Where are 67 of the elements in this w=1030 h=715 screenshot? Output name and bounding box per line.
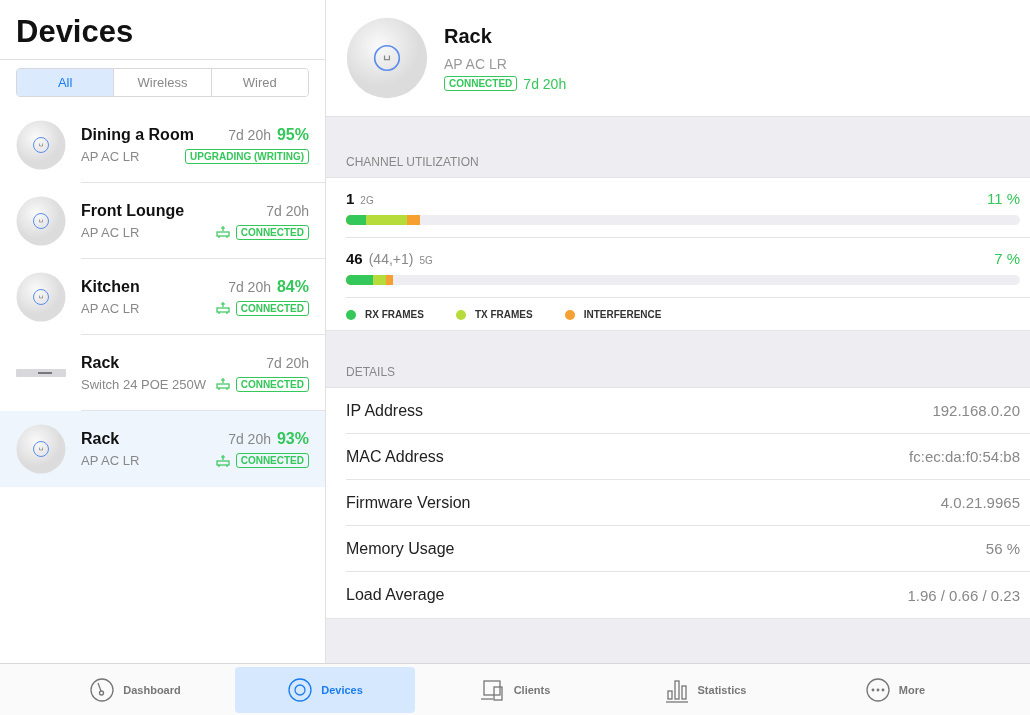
section-label: DETAILS bbox=[345, 364, 397, 381]
experience-percent: 84% bbox=[276, 277, 309, 296]
detail-value: 56 % bbox=[985, 540, 1020, 557]
band-label: 5G bbox=[419, 255, 434, 266]
detail-label: Load Average bbox=[346, 586, 445, 604]
tab-bar-item[interactable]: Devices bbox=[235, 666, 415, 713]
filter-tab[interactable]: Wired bbox=[210, 69, 308, 96]
network-switch-icon bbox=[16, 368, 66, 378]
device-model: AP AC LR bbox=[81, 300, 141, 316]
status-badge: UPGRADING (WRITING) bbox=[185, 148, 309, 164]
uptime: 7d 20h bbox=[228, 431, 271, 447]
status-badge: CONNECTED bbox=[235, 224, 309, 240]
uptime: 7d 20h bbox=[228, 126, 271, 143]
tab-bar-item[interactable]: Clients bbox=[425, 666, 605, 713]
access-point-icon bbox=[16, 196, 66, 246]
band-label: 2G bbox=[360, 195, 375, 206]
detail-value: 192.168.0.20 bbox=[932, 402, 1020, 419]
experience-percent: 95% bbox=[276, 125, 309, 144]
access-point-icon bbox=[346, 17, 428, 99]
detail-label: MAC Address bbox=[346, 447, 444, 466]
detail-value: fc:ec:da:f0:54:b8 bbox=[909, 448, 1020, 465]
device-model: AP AC LR bbox=[81, 453, 141, 468]
channel-number: 46 bbox=[346, 250, 363, 267]
device-model: AP AC LR bbox=[444, 55, 508, 72]
legend-label: TX FRAMES bbox=[474, 309, 533, 320]
experience-percent: 93% bbox=[276, 430, 309, 448]
device-model: AP AC LR bbox=[81, 148, 141, 164]
gauge-icon bbox=[89, 676, 116, 703]
tab-bar-item[interactable]: Dashboard bbox=[45, 666, 225, 713]
device-name: Rack bbox=[81, 430, 121, 448]
filter-tab[interactable]: All bbox=[17, 69, 114, 96]
legend-label: RX FRAMES bbox=[365, 309, 424, 320]
detail-label: IP Address bbox=[346, 401, 424, 420]
device-name: Rack bbox=[81, 353, 121, 372]
status-badge: CONNECTED bbox=[235, 376, 309, 392]
channel-extension: (44,+1) bbox=[368, 251, 414, 267]
access-point-icon bbox=[287, 676, 314, 703]
detail-label: Memory Usage bbox=[346, 539, 455, 558]
uptime: 7d 20h bbox=[523, 75, 567, 92]
device-name: Kitchen bbox=[81, 277, 141, 296]
detail-value: 1.96 / 0.66 / 0.23 bbox=[907, 586, 1020, 604]
device-name: Dining a Room bbox=[81, 125, 195, 144]
status-badge: CONNECTED bbox=[235, 453, 309, 468]
legend-label: INTERFERENCE bbox=[583, 309, 662, 320]
status-badge: CONNECTED bbox=[444, 76, 518, 91]
access-point-icon bbox=[16, 120, 66, 170]
device-row[interactable]: Rack 7d 20h 93% AP AC LR CONNECTED bbox=[0, 411, 325, 487]
device-name: Front Lounge bbox=[81, 201, 186, 220]
tab-bar-item[interactable]: Statistics bbox=[615, 666, 795, 713]
detail-value: 4.0.21.9965 bbox=[940, 494, 1020, 511]
status-badge: CONNECTED bbox=[235, 300, 309, 316]
device-model: Switch 24 POE 250W bbox=[81, 376, 207, 392]
channel-number: 1 bbox=[346, 190, 355, 207]
more-icon bbox=[864, 676, 891, 703]
uptime: 7d 20h bbox=[266, 202, 309, 219]
detail-label: Firmware Version bbox=[346, 493, 471, 512]
device-model: AP AC LR bbox=[81, 224, 141, 240]
device-title: Rack bbox=[444, 24, 493, 48]
section-label: CHANNEL UTILIZATION bbox=[345, 154, 480, 171]
utilization-reading: 11 % bbox=[986, 190, 1020, 207]
access-point-icon bbox=[16, 424, 66, 474]
utilization-reading: 7 % bbox=[994, 250, 1020, 267]
access-point-icon bbox=[16, 272, 66, 322]
uptime: 7d 20h bbox=[266, 354, 309, 371]
page-title: Devices bbox=[0, 0, 325, 60]
tab-bar-item[interactable]: More bbox=[805, 666, 985, 713]
uptime: 7d 20h bbox=[228, 278, 271, 295]
